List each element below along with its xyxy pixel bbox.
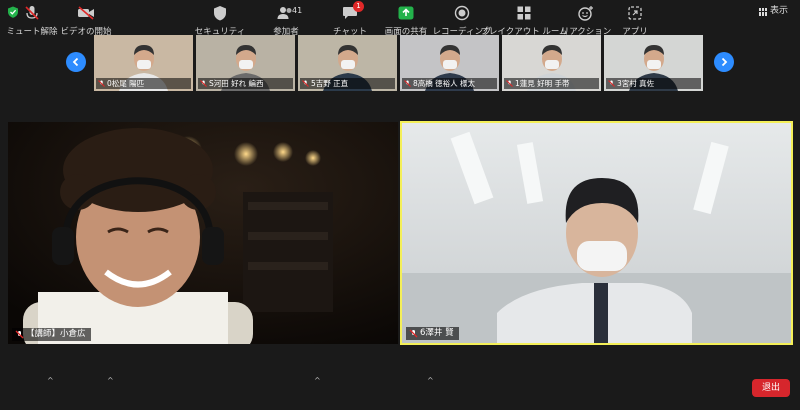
- participant-name-label: 0松尾 陽匹: [96, 78, 191, 89]
- audio-options-caret[interactable]: ^: [47, 376, 54, 385]
- active-speaker-name-label: 6澤井 賢: [406, 327, 459, 340]
- video-camera-off-icon: [75, 4, 97, 22]
- chevron-left-icon: [72, 57, 79, 67]
- start-video-label: ビデオの開始: [60, 27, 112, 37]
- participants-button[interactable]: 41 参加者: [254, 4, 318, 37]
- participant-thumbnail-strip: 0松尾 陽匹 S河田 好れ 編西 5吉野 正直 8高橋 徳裕人 様太 1蓮見 好…: [94, 35, 706, 91]
- mic-muted-icon: [506, 80, 513, 87]
- active-speaker-video-right[interactable]: 6澤井 賢: [400, 121, 793, 345]
- previous-page-button[interactable]: [66, 52, 86, 72]
- next-page-button[interactable]: [714, 52, 734, 72]
- participants-icon: 41: [275, 4, 302, 22]
- participant-thumbnail[interactable]: 8高橋 徳裕人 様太: [400, 35, 499, 91]
- chat-unread-badge: 1: [353, 1, 364, 12]
- apps-icon: [624, 4, 646, 22]
- participant-thumbnail[interactable]: S河田 好れ 編西: [196, 35, 295, 91]
- participant-name-label: 5吉野 正直: [300, 78, 395, 89]
- active-speaker-video-image: [402, 123, 791, 343]
- participants-options-caret[interactable]: ^: [314, 376, 321, 385]
- mic-muted-icon: [15, 330, 24, 339]
- chat-bubble-icon: 1: [339, 1, 364, 22]
- breakout-rooms-button[interactable]: ブレイクアウト ルーム: [480, 4, 568, 37]
- participant-thumbnail[interactable]: 3宮村 真佐: [604, 35, 703, 91]
- leave-meeting-button[interactable]: 退出: [752, 379, 790, 397]
- meeting-toolbar: [0, 370, 800, 410]
- apps-button[interactable]: アプリ: [603, 4, 667, 37]
- unmute-label: ミュート解除: [6, 27, 58, 37]
- shield-icon: [209, 4, 231, 22]
- share-screen-icon: [395, 4, 417, 22]
- apps-label: アプリ: [622, 27, 648, 37]
- participant-name-label: 1蓮見 好明 手帯: [504, 78, 599, 89]
- smiley-plus-icon: [575, 4, 597, 22]
- view-button[interactable]: 表示: [755, 4, 792, 19]
- share-screen-button[interactable]: 画面の共有: [374, 4, 438, 37]
- mic-muted-icon: [200, 80, 207, 87]
- mic-muted-icon: [409, 329, 418, 338]
- participant-name-label: S河田 好れ 編西: [198, 78, 293, 89]
- start-video-button[interactable]: ビデオの開始: [54, 4, 118, 37]
- security-button[interactable]: セキュリティ: [188, 4, 252, 37]
- participant-thumbnail[interactable]: 1蓮見 好明 手帯: [502, 35, 601, 91]
- participant-name-label: 3宮村 真佐: [606, 78, 701, 89]
- mic-muted-icon: [404, 80, 411, 87]
- participants-count: 41: [292, 6, 303, 15]
- security-label: セキュリティ: [194, 27, 246, 37]
- microphone-muted-icon: [21, 4, 43, 22]
- share-screen-label: 画面の共有: [384, 27, 428, 37]
- video-options-caret[interactable]: ^: [107, 376, 114, 385]
- chat-label: チャット: [333, 27, 367, 37]
- participant-thumbnail[interactable]: 5吉野 正直: [298, 35, 397, 91]
- grid-view-icon: [758, 7, 767, 16]
- chevron-right-icon: [721, 57, 728, 67]
- mic-muted-icon: [302, 80, 309, 87]
- share-options-caret[interactable]: ^: [427, 376, 434, 385]
- participant-name-label: 8高橋 徳裕人 様太: [402, 78, 497, 89]
- chat-button[interactable]: 1 チャット: [318, 1, 382, 37]
- participants-label: 参加者: [273, 27, 299, 37]
- mic-muted-icon: [608, 80, 615, 87]
- record-icon: [451, 4, 473, 22]
- participant-thumbnail[interactable]: 0松尾 陽匹: [94, 35, 193, 91]
- mic-muted-icon: [98, 80, 105, 87]
- speaker-video-image: [8, 122, 398, 344]
- speaker-name-label: 【講師】小倉広: [12, 328, 91, 341]
- view-label: 表示: [769, 6, 788, 16]
- speaker-video-left[interactable]: 【講師】小倉広: [8, 122, 398, 344]
- breakout-rooms-icon: [513, 4, 535, 22]
